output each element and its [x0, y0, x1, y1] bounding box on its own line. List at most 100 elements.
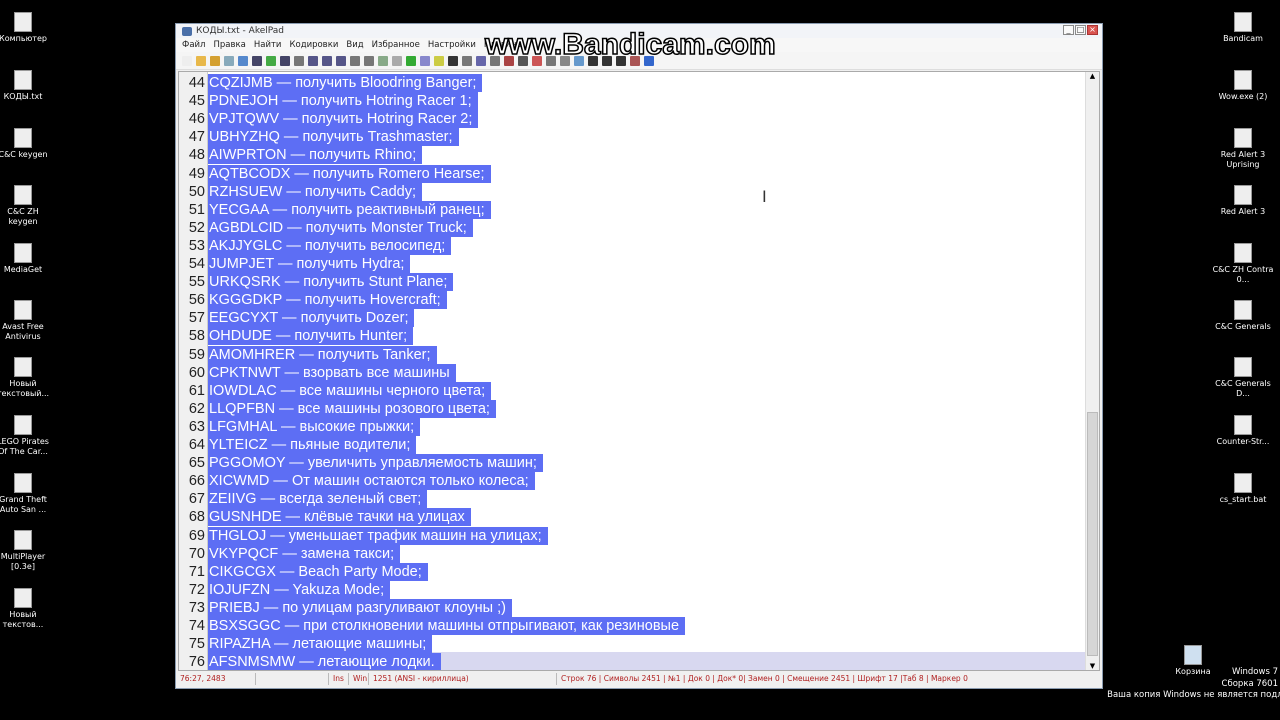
toolbar-button-icon[interactable] — [364, 55, 374, 66]
vertical-scrollbar[interactable]: ▲ ▼ — [1085, 72, 1099, 670]
desktop-icon[interactable]: Новый текстовый... — [0, 357, 54, 399]
desktop-icon[interactable]: LEGO Pirates Of The Car... — [0, 415, 54, 457]
selected-text[interactable]: THGLOJ — уменьшает трафик машин на улица… — [208, 526, 548, 545]
menu-item[interactable]: Избранное — [372, 40, 420, 50]
selected-text[interactable]: IOWDLAC — все машины черного цвета; — [208, 381, 492, 400]
toolbar-button-icon[interactable] — [448, 55, 458, 66]
toolbar-button-icon[interactable] — [280, 55, 290, 66]
toolbar-button-icon[interactable] — [350, 55, 360, 66]
maximize-button[interactable]: □ — [1075, 25, 1086, 35]
toolbar-button-icon[interactable] — [266, 55, 276, 66]
toolbar-button-icon[interactable] — [294, 55, 304, 66]
selected-text[interactable]: YLTEICZ — пьяные водители; — [208, 436, 417, 454]
line-number: 60 — [188, 364, 205, 381]
toolbar-button-icon[interactable] — [462, 55, 472, 66]
selected-text[interactable]: AMOMHRER — получить Tanker; — [208, 345, 437, 364]
selected-text[interactable]: PDNEJOH — получить Hotring Racer 1; — [208, 92, 478, 111]
selected-text[interactable]: AQTBCODX — получить Romero Hearse; — [208, 164, 491, 183]
status-newline[interactable]: Win — [349, 673, 369, 685]
selected-text[interactable]: LLQPFBN — все машины розового цвета; — [208, 399, 496, 418]
selected-text[interactable]: LFGMHAL — высокие прыжки; — [208, 417, 421, 436]
status-insert-mode[interactable]: Ins — [329, 673, 349, 685]
selected-text[interactable]: VKYPQCF — замена такси; — [208, 544, 401, 563]
selected-text[interactable]: CPKTNWT — взорвать все машины — [208, 363, 456, 382]
selected-text[interactable]: BSXSGGC — при столкновении машины отпрыг… — [208, 617, 686, 635]
toolbar-button-icon[interactable] — [378, 55, 388, 66]
toolbar-button-icon[interactable] — [322, 55, 332, 66]
toolbar-button-icon[interactable] — [238, 55, 248, 66]
toolbar-button-icon[interactable] — [196, 55, 206, 66]
selected-text[interactable]: AFSNMSMW — летающие лодки. — [208, 653, 441, 670]
selected-text[interactable]: UBHYZHQ — получить Trashmaster; — [208, 128, 459, 147]
menu-item[interactable]: Настройки — [428, 40, 476, 50]
menu-item[interactable]: Файл — [182, 40, 205, 50]
selected-text[interactable]: CQZIJMB — получить Bloodring Banger; — [208, 74, 483, 92]
desktop-icon[interactable]: Red Alert 3 — [1212, 185, 1274, 217]
selected-text[interactable]: RIPAZHA — летающие машины; — [208, 635, 433, 654]
desktop-icon[interactable]: C&C keygen — [0, 128, 54, 160]
toolbar-button-icon[interactable] — [434, 55, 444, 66]
selected-text[interactable]: KGGGDKP — получить Hovercraft; — [208, 291, 447, 310]
scroll-up-arrow-icon[interactable]: ▲ — [1086, 72, 1099, 80]
desktop-icon[interactable]: Компьютер — [0, 12, 54, 44]
selected-text[interactable]: GUSNHDE — клёвые тачки на улицах — [208, 508, 471, 527]
toolbar-button-icon[interactable] — [182, 55, 192, 66]
desktop-icon-recycle-bin[interactable]: Корзина — [1162, 645, 1224, 677]
selected-text[interactable]: AIWPRTON — получить Rhino; — [208, 146, 423, 165]
desktop-icon[interactable]: MediaGet — [0, 243, 54, 275]
toolbar-button-icon[interactable] — [392, 55, 402, 66]
desktop-icon[interactable]: Новый текстов... — [0, 588, 54, 630]
scroll-down-arrow-icon[interactable]: ▼ — [1086, 662, 1099, 670]
akelpad-window: КОДЫ.txt - AkelPad _ □ × Файл Правка Найти… — [175, 23, 1103, 689]
line-number: 55 — [188, 274, 205, 291]
toolbar-button-icon[interactable] — [308, 55, 318, 66]
recycle-bin-icon — [1184, 645, 1202, 665]
toolbar-button-icon[interactable] — [224, 55, 234, 66]
desktop-icon[interactable]: Wow.exe (2) — [1212, 70, 1274, 102]
menu-item[interactable]: Вид — [346, 40, 363, 50]
desktop-icon[interactable]: КОДЫ.txt — [0, 70, 54, 102]
selected-text[interactable]: PGGOMOY — увеличить управляемость машин; — [208, 454, 543, 473]
minimize-button[interactable]: _ — [1063, 25, 1074, 35]
desktop-icon[interactable]: MultiPlayer [0.3e] — [0, 530, 54, 572]
selected-text[interactable]: VPJTQWV — получить Hotring Racer 2; — [208, 110, 479, 129]
toolbar-button-icon[interactable] — [406, 55, 416, 66]
selected-text[interactable]: EEGCYXT — получить Dozer; — [208, 309, 415, 328]
selected-text[interactable]: RZHSUEW — получить Caddy; — [208, 182, 422, 201]
selected-text[interactable]: ZEIIVG — всегда зеленый свет; — [208, 490, 428, 509]
selected-text[interactable]: IOJUFZN — Yakuza Mode; — [208, 580, 391, 599]
text-editor[interactable]: 44 CQZIJMB — получить Bloodring Banger; 45… — [178, 71, 1100, 671]
menu-item[interactable]: Кодировки — [289, 40, 338, 50]
desktop-icon[interactable]: Counter-Str... — [1212, 415, 1274, 447]
status-encoding[interactable]: 1251 (ANSI - кириллица) — [369, 673, 557, 685]
desktop-icon[interactable]: C&C Generals — [1212, 300, 1274, 332]
menu-item[interactable]: Правка — [213, 40, 245, 50]
scrollbar-thumb[interactable] — [1087, 412, 1098, 656]
desktop-icon[interactable]: C&C ZH Contra 0... — [1212, 243, 1274, 285]
desktop-icon[interactable]: Avast Free Antivirus — [0, 300, 54, 342]
toolbar-button-icon[interactable] — [252, 55, 262, 66]
selected-text[interactable]: CIKGCGX — Beach Party Mode; — [208, 562, 428, 581]
selected-text[interactable]: YECGAA — получить реактивный ранец; — [208, 200, 491, 219]
selected-text[interactable]: OHDUDE — получить Hunter; — [208, 327, 414, 346]
desktop-icon[interactable]: C&C Generals D... — [1212, 357, 1274, 399]
desktop-icon[interactable]: Grand Theft Auto San ... — [0, 473, 54, 515]
selected-text[interactable]: JUMPJET — получить Hydra; — [208, 255, 411, 273]
desktop-icon[interactable]: C&C ZH keygen — [0, 185, 54, 227]
desktop-icon[interactable]: cs_start.bat — [1212, 473, 1274, 505]
toolbar-button-icon[interactable] — [210, 55, 220, 66]
selected-text[interactable]: PRIEBJ — по улицам разгуливают клоуны ;) — [208, 598, 512, 617]
shortcut-icon — [1234, 128, 1252, 148]
line-number: 66 — [188, 473, 205, 490]
desktop-icon[interactable]: Red Alert 3 Uprising — [1212, 128, 1274, 170]
shortcut-icon — [14, 70, 32, 90]
selected-text[interactable]: AKJJYGLC — получить велосипед; — [208, 236, 452, 255]
selected-text[interactable]: XICWMD — От машин остаются только колеса… — [208, 472, 535, 491]
close-button[interactable]: × — [1087, 25, 1098, 35]
toolbar-button-icon[interactable] — [336, 55, 346, 66]
selected-text[interactable]: AGBDLCID — получить Monster Truck; — [208, 218, 473, 237]
desktop-icon[interactable]: Bandicam — [1212, 12, 1274, 44]
toolbar-button-icon[interactable] — [420, 55, 430, 66]
menu-item[interactable]: Найти — [254, 40, 282, 50]
selected-text[interactable]: URKQSRK — получить Stunt Plane; — [208, 273, 454, 292]
